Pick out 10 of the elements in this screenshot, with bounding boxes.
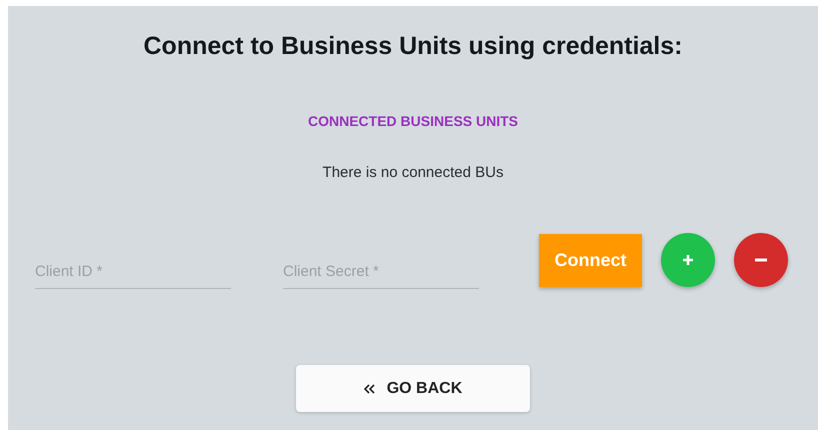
double-chevron-icon: [364, 384, 375, 394]
input-field[interactable]: Client ID *: [35, 257, 231, 289]
go-back-button[interactable]: GO BACK: [296, 365, 530, 412]
page-title: Connect to Business Units using credentials:: [144, 32, 682, 61]
plus-icon: [682, 254, 694, 266]
section-heading: CONNECTED BUSINESS UNITS: [308, 113, 518, 129]
input-field[interactable]: Client Secret *: [283, 257, 479, 289]
remove-button[interactable]: [734, 233, 788, 287]
minus-icon: [755, 258, 767, 262]
empty-message: There is no connected BUs: [322, 164, 504, 181]
